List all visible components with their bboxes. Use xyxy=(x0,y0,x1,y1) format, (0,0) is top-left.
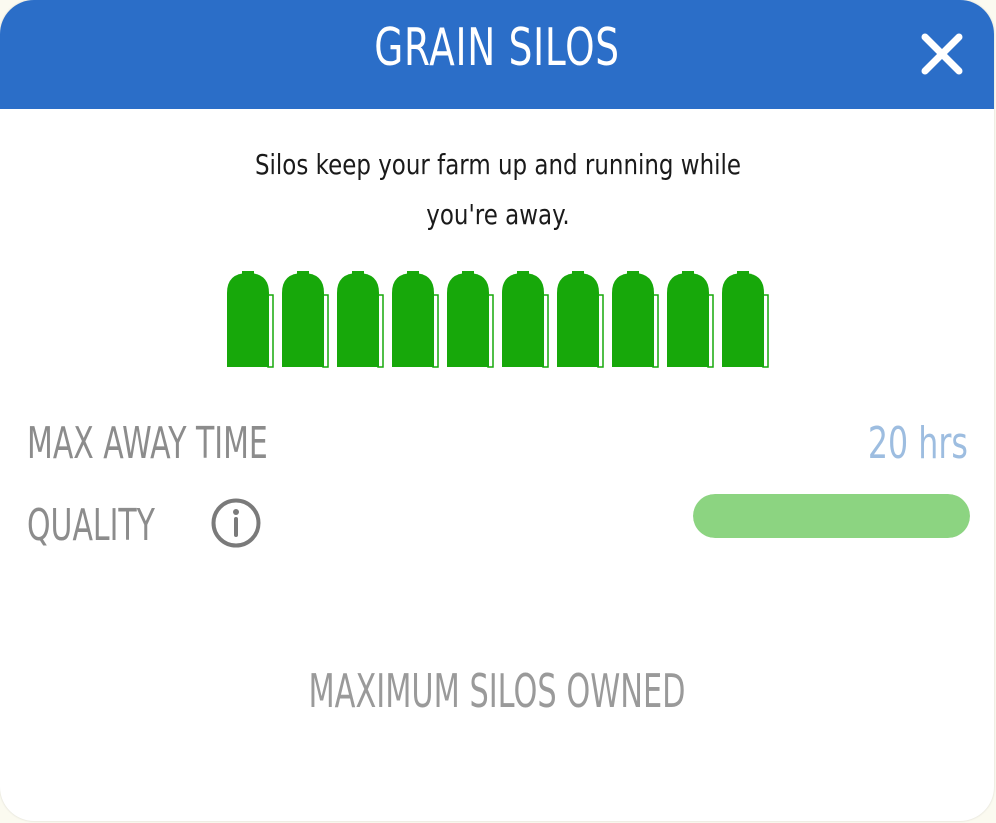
silo-icon xyxy=(282,271,329,368)
silo-icons xyxy=(227,271,769,368)
silo-icon xyxy=(722,271,769,368)
quality-info-button[interactable] xyxy=(210,497,262,549)
max-away-time-value: 20 hrs xyxy=(868,418,968,469)
grain-silos-dialog: GRAIN SILOS Silos keep your farm up and … xyxy=(0,0,994,821)
silo-icon xyxy=(337,271,384,368)
silo-row xyxy=(227,271,787,371)
max-away-time-label: MAX AWAY TIME xyxy=(27,418,268,469)
silo-icon xyxy=(612,271,659,368)
silo-icon xyxy=(392,271,439,368)
close-button[interactable] xyxy=(914,26,970,82)
maximum-silos-owned-status: MAXIMUM SILOS OWNED xyxy=(308,664,686,718)
silo-icon xyxy=(502,271,549,368)
silo-icon xyxy=(227,271,274,368)
silo-icon xyxy=(447,271,494,368)
quality-bar xyxy=(693,494,970,538)
info-icon xyxy=(211,498,261,548)
dialog-header: GRAIN SILOS xyxy=(0,0,994,109)
dialog-title: GRAIN SILOS xyxy=(374,18,620,78)
silo-icon xyxy=(557,271,604,368)
quality-bar-fill xyxy=(693,494,970,538)
quality-label: QUALITY xyxy=(27,500,155,551)
close-icon xyxy=(921,33,963,75)
dialog-description: Silos keep your farm up and running whil… xyxy=(254,148,742,231)
silo-icon xyxy=(667,271,714,368)
